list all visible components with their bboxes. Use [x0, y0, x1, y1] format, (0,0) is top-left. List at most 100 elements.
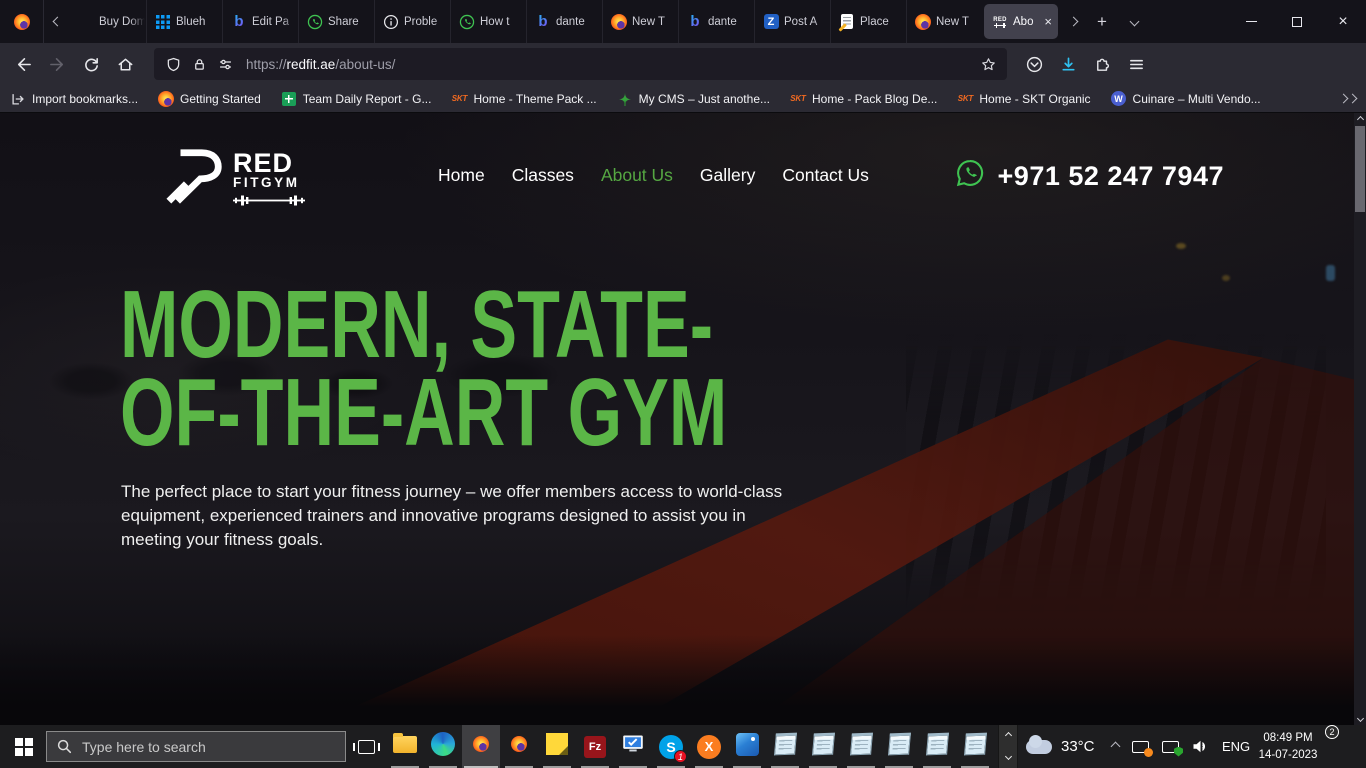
taskbar-app-notepad[interactable] [956, 725, 994, 768]
taskbar-app-notepad[interactable] [804, 725, 842, 768]
taskbar-app-filezilla[interactable]: Fz [576, 725, 614, 768]
tracking-shield-icon[interactable] [160, 51, 186, 77]
bookmark-home-pack-blog-de[interactable]: SKTHome - Pack Blog De... [790, 91, 937, 107]
tab-dante[interactable]: bdante [526, 0, 602, 43]
taskbar-apps: Fz S1X [386, 725, 994, 768]
tab-how-t[interactable]: How t [450, 0, 526, 43]
bookmark-import-bookmarks[interactable]: Import bookmarks... [10, 91, 138, 107]
folder-icon [393, 736, 417, 758]
taskbar-app-xampp[interactable]: X [690, 725, 728, 768]
tab-buy-doma[interactable]: Buy Doma [70, 0, 146, 43]
taskbar-scroll-up[interactable] [999, 725, 1017, 746]
network-secure-tray-icon[interactable] [1162, 741, 1179, 753]
taskbar-app-firefox[interactable] [500, 725, 538, 768]
nav-item-home[interactable]: Home [438, 165, 485, 186]
taskbar-search-box[interactable]: Type here to search [46, 731, 346, 762]
restore-button[interactable] [1274, 0, 1320, 43]
nav-item-classes[interactable]: Classes [512, 165, 574, 186]
taskbar-app-edge[interactable] [424, 725, 462, 768]
taskbar-app-remote[interactable] [614, 725, 652, 768]
new-tab-button[interactable]: + [1086, 0, 1118, 43]
tab-dante[interactable]: bdante [678, 0, 754, 43]
tab-label: New T [936, 16, 982, 28]
reload-button[interactable] [74, 48, 108, 80]
scroll-tabs-right-button[interactable] [1060, 0, 1086, 43]
taskbar-app-notepad[interactable] [918, 725, 956, 768]
tab-blueh[interactable]: Blueh [146, 0, 222, 43]
list-all-tabs-button[interactable] [1118, 0, 1150, 43]
weather-widget[interactable]: 33°C [1026, 725, 1095, 768]
wcircle-icon: W [1111, 91, 1127, 107]
extensions-button[interactable] [1085, 48, 1119, 80]
back-button[interactable] [6, 48, 40, 80]
taskbar-clock[interactable]: 08:49 PM 14-07-2023 [1252, 730, 1324, 763]
site-header: RED FITGYM Home Classes About Us Gallery Con… [0, 113, 1366, 243]
nav-item-about-us[interactable]: About Us [601, 165, 673, 186]
downloads-button[interactable] [1051, 48, 1085, 80]
notepad-icon [813, 733, 834, 760]
bookmark-star-button[interactable] [975, 51, 1001, 77]
taskbar-app-folder[interactable] [386, 725, 424, 768]
scroll-tabs-left-button[interactable] [44, 0, 70, 43]
taskbar-app-sticky[interactable] [538, 725, 576, 768]
windows-taskbar: Type here to search Fz S1X 33°C ENG 08:49… [0, 725, 1366, 768]
scroll-down-button[interactable] [1354, 712, 1366, 725]
taskbar-scroll-down[interactable] [999, 746, 1017, 767]
browser-tab-strip: Buy DomaBluehbEdit PaShareProbleHow tbda… [0, 0, 1366, 43]
bookmarks-overflow-button[interactable] [1340, 95, 1356, 102]
bookmark-team-daily-report-g[interactable]: Team Daily Report - G... [281, 91, 432, 107]
bookmark-home-theme-pack[interactable]: SKTHome - Theme Pack ... [451, 91, 596, 107]
tab-proble[interactable]: Proble [374, 0, 450, 43]
taskbar-app-photos[interactable] [728, 725, 766, 768]
permissions-icon[interactable] [212, 51, 238, 77]
tab-new-t[interactable]: New T [602, 0, 678, 43]
site-logo[interactable]: RED FITGYM [165, 143, 305, 212]
start-button[interactable] [0, 725, 46, 768]
minimize-button[interactable] [1228, 0, 1274, 43]
bookmarks-list: Import bookmarks... Getting Started Team D… [10, 91, 1281, 107]
screen-share-tray-icon[interactable] [1132, 741, 1149, 753]
taskbar-app-notepad[interactable] [766, 725, 804, 768]
lock-icon[interactable] [186, 51, 212, 77]
tab-share[interactable]: Share [298, 0, 374, 43]
nav-item-gallery[interactable]: Gallery [700, 165, 755, 186]
show-hidden-icons-button[interactable] [1112, 743, 1119, 750]
tab-edit-pa[interactable]: bEdit Pa [222, 0, 298, 43]
bookmark-cuinare-multi-vendo[interactable]: WCuinare – Multi Vendo... [1111, 91, 1261, 107]
language-indicator[interactable]: ENG [1222, 739, 1250, 754]
scroll-up-button[interactable] [1354, 113, 1366, 126]
page-scrollbar[interactable] [1354, 113, 1366, 725]
tab-place[interactable]: Place [830, 0, 906, 43]
menu-button[interactable] [1119, 48, 1153, 80]
close-window-button[interactable]: × [1320, 0, 1366, 43]
taskbar-app-skype[interactable]: S1 [652, 725, 690, 768]
firefox-icon [915, 14, 931, 30]
bookmark-home-skt-organic[interactable]: SKTHome - SKT Organic [957, 91, 1090, 107]
forward-button[interactable] [40, 48, 74, 80]
home-button[interactable] [108, 48, 142, 80]
active-tab[interactable]: RED Abo × [984, 4, 1058, 39]
temperature: 33°C [1061, 738, 1095, 755]
address-bar[interactable]: https://redfit.ae/about-us/ [154, 48, 1007, 80]
nav-item-contact-us[interactable]: Contact Us [782, 165, 869, 186]
close-tab-icon[interactable]: × [1042, 14, 1058, 29]
firefox-icon [14, 14, 30, 30]
bookmark-getting-started[interactable]: Getting Started [158, 91, 261, 107]
tab-post-a[interactable]: ZPost A [754, 0, 830, 43]
phone-link[interactable]: +971 52 247 7947 [956, 159, 1224, 194]
person-silhouette [1326, 265, 1335, 281]
taskbar-scroll-control[interactable] [998, 725, 1018, 768]
dante-icon: b [687, 14, 703, 30]
scrollbar-thumb[interactable] [1355, 126, 1365, 212]
task-view-button[interactable] [346, 725, 386, 768]
tab-new-t[interactable]: New T [906, 0, 982, 43]
taskbar-app-firefox-active[interactable] [462, 725, 500, 768]
taskbar-app-notepad[interactable] [880, 725, 918, 768]
bookmark-my-cms-just-anothe[interactable]: My CMS – Just anothe... [617, 91, 770, 107]
firefox-view-button[interactable] [0, 0, 44, 43]
taskbar-app-notepad[interactable] [842, 725, 880, 768]
volume-tray-icon[interactable] [1192, 739, 1209, 754]
ceiling-light-glint [1222, 275, 1230, 281]
url-text[interactable]: https://redfit.ae/about-us/ [246, 57, 975, 72]
pocket-button[interactable] [1017, 48, 1051, 80]
